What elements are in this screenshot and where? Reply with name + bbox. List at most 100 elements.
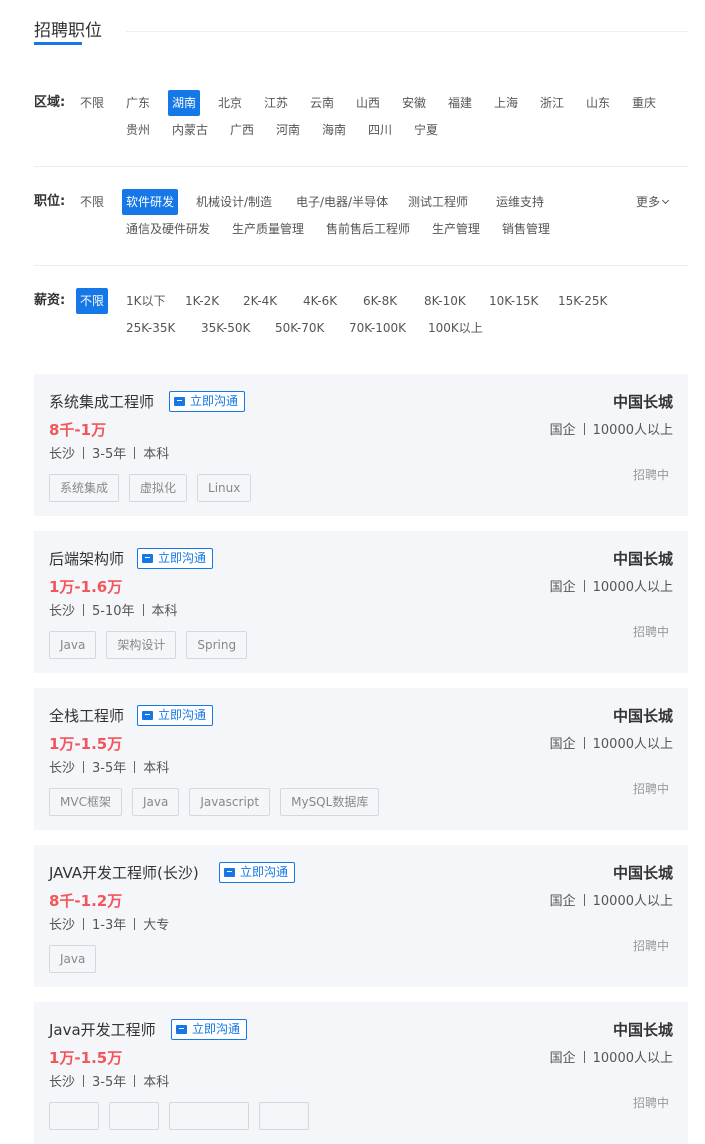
region-option[interactable]: 广西 [230, 117, 254, 143]
filter-divider [34, 166, 688, 167]
job-title[interactable]: 全栈工程师 [49, 705, 124, 726]
position-option[interactable]: 运维支持 [496, 189, 544, 215]
position-option[interactable]: 通信及硬件研发 [126, 216, 210, 242]
chat-now-button[interactable]: 立即沟通 [137, 705, 214, 726]
salary-option[interactable]: 10K-15K [489, 288, 538, 314]
salary-option[interactable]: 4K-6K [303, 288, 337, 314]
region-option[interactable]: 浙江 [540, 90, 564, 116]
region-option[interactable]: 福建 [448, 90, 472, 116]
chat-bubble-icon [174, 397, 185, 406]
region-option[interactable]: 江苏 [264, 90, 288, 116]
meta-separator [134, 447, 136, 459]
job-city: 长沙 [49, 918, 76, 933]
meta-separator [83, 918, 85, 930]
job-education: 本科 [143, 447, 170, 462]
chat-now-label: 立即沟通 [240, 865, 289, 879]
salary-option[interactable]: 1K-2K [185, 288, 219, 314]
job-experience: 3-5年 [92, 761, 127, 776]
region-option[interactable]: 北京 [218, 90, 242, 116]
company-info: 国企 10000人以上 [550, 1047, 673, 1066]
region-option[interactable]: 海南 [322, 117, 346, 143]
salary-option[interactable]: 35K-50K [201, 315, 250, 341]
job-tag: 架构设计 [106, 631, 177, 659]
salary-option[interactable]: 50K-70K [275, 315, 324, 341]
job-title[interactable]: JAVA开发工程师(长沙) [49, 862, 199, 883]
region-option-selected[interactable]: 湖南 [168, 90, 201, 116]
job-tag [109, 1102, 159, 1130]
position-option[interactable]: 不限 [80, 189, 104, 215]
meta-separator [83, 761, 85, 773]
job-card[interactable]: 系统集成工程师 立即沟通 8千-1万 长沙 3-5年 本科 系统集成 虚拟化 Linux… [34, 374, 688, 516]
job-title[interactable]: 后端架构师 [49, 548, 124, 569]
region-option[interactable]: 宁夏 [414, 117, 438, 143]
company-name[interactable]: 中国长城 [613, 548, 673, 569]
salary-option[interactable]: 8K-10K [424, 288, 466, 314]
company-name[interactable]: 中国长城 [613, 1019, 673, 1040]
region-option[interactable]: 上海 [494, 90, 518, 116]
region-option[interactable]: 重庆 [632, 90, 656, 116]
meta-separator [583, 423, 585, 435]
meta-separator [134, 918, 136, 930]
salary-option[interactable]: 15K-25K [558, 288, 607, 314]
chat-now-button[interactable]: 立即沟通 [171, 1019, 248, 1040]
salary-option[interactable]: 100K以上 [428, 315, 483, 341]
region-option[interactable]: 云南 [310, 90, 334, 116]
chat-bubble-icon [142, 554, 153, 563]
salary-option[interactable]: 70K-100K [349, 315, 406, 341]
job-city: 长沙 [49, 604, 76, 619]
region-option[interactable]: 内蒙古 [172, 117, 208, 143]
job-title[interactable]: Java开发工程师 [49, 1019, 156, 1040]
position-option[interactable]: 销售管理 [502, 216, 550, 242]
job-education: 本科 [143, 761, 170, 776]
job-card[interactable]: 后端架构师 立即沟通 1万-1.6万 长沙 5-10年 本科 Java 架构设计 Spr… [34, 531, 688, 673]
position-option-selected[interactable]: 软件研发 [122, 189, 179, 215]
region-filter-label: 区域: [34, 95, 66, 110]
chat-now-button[interactable]: 立即沟通 [219, 862, 296, 883]
salary-filter-label: 薪资: [34, 293, 66, 308]
job-card[interactable]: Java开发工程师 立即沟通 1万-1.5万 长沙 3-5年 本科 中国长城 国企 1… [34, 1002, 688, 1144]
position-option[interactable]: 测试工程师 [408, 189, 468, 215]
job-salary: 1万-1.5万 [49, 735, 123, 753]
salary-option[interactable]: 25K-35K [126, 315, 175, 341]
chat-now-button[interactable]: 立即沟通 [137, 548, 214, 569]
meta-separator [134, 761, 136, 773]
region-option[interactable]: 广东 [126, 90, 150, 116]
chat-now-button[interactable]: 立即沟通 [169, 391, 246, 412]
region-option[interactable]: 贵州 [126, 117, 150, 143]
company-name[interactable]: 中国长城 [613, 391, 673, 412]
region-option[interactable]: 安徽 [402, 90, 426, 116]
job-card[interactable]: JAVA开发工程师(长沙) 立即沟通 8千-1.2万 长沙 1-3年 大专 Java… [34, 845, 688, 987]
salary-option[interactable]: 1K以下 [126, 288, 166, 314]
position-option[interactable]: 生产质量管理 [232, 216, 304, 242]
job-title[interactable]: 系统集成工程师 [49, 391, 154, 412]
filter-divider [34, 265, 688, 266]
region-option[interactable]: 不限 [80, 90, 104, 116]
position-option[interactable]: 生产管理 [432, 216, 480, 242]
chat-now-label: 立即沟通 [158, 551, 207, 565]
more-button[interactable]: 更多 [636, 189, 670, 215]
company-name[interactable]: 中国长城 [613, 862, 673, 883]
region-option[interactable]: 四川 [368, 117, 392, 143]
salary-option[interactable]: 2K-4K [243, 288, 277, 314]
company-type: 国企 [549, 580, 576, 595]
position-option[interactable]: 售前售后工程师 [326, 216, 410, 242]
position-filter: 职位: 不限 软件研发 机械设计/制造 电子/电器/半导体 测试工程师 运维支持… [34, 189, 688, 245]
company-name[interactable]: 中国长城 [613, 705, 673, 726]
region-option[interactable]: 山东 [586, 90, 610, 116]
chevron-down-icon [661, 196, 670, 205]
salary-option-selected[interactable]: 不限 [76, 288, 109, 314]
company-type: 国企 [549, 1051, 576, 1066]
chat-bubble-icon [176, 1025, 187, 1034]
more-label: 更多 [636, 195, 661, 209]
company-info: 国企 10000人以上 [550, 419, 673, 438]
position-option[interactable]: 机械设计/制造 [196, 189, 272, 215]
job-requirements: 长沙 3-5年 本科 [49, 1071, 169, 1090]
meta-separator [83, 1075, 85, 1087]
position-option[interactable]: 电子/电器/半导体 [296, 189, 388, 215]
salary-option[interactable]: 6K-8K [363, 288, 397, 314]
region-option[interactable]: 山西 [356, 90, 380, 116]
region-option[interactable]: 河南 [276, 117, 300, 143]
job-salary: 8千-1.2万 [49, 892, 123, 910]
job-tag: Java [49, 631, 97, 659]
job-card[interactable]: 全栈工程师 立即沟通 1万-1.5万 长沙 3-5年 本科 MVC框架 Java Jav… [34, 688, 688, 830]
